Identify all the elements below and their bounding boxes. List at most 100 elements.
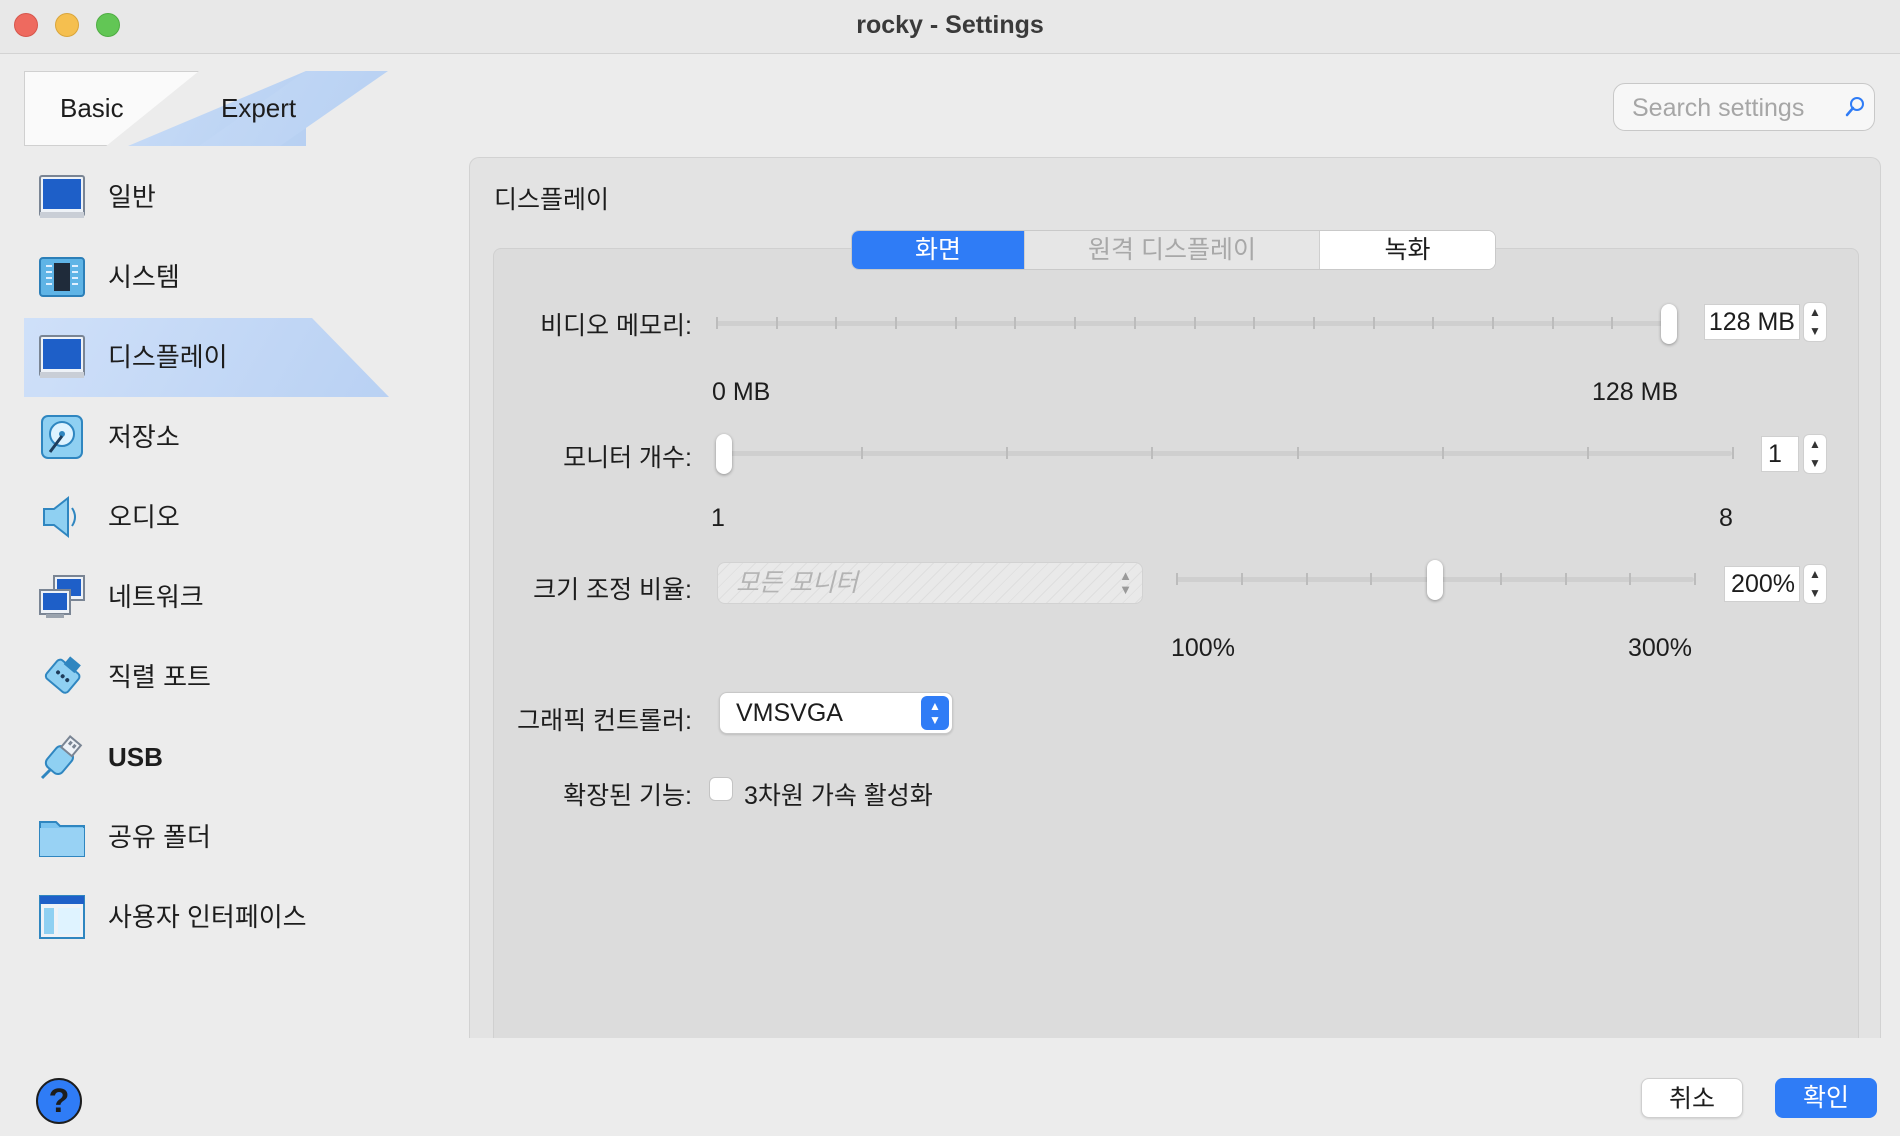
sidebar-item-label: 직렬 포트 [108,662,211,692]
scale-factor-label: 크기 조정 비율: [533,576,692,604]
section-title: 디스플레이 [494,186,610,214]
sidebar-item-audio[interactable]: 오디오 [24,478,389,556]
sidebar-item-shared-folders[interactable]: 공유 폴더 [24,798,389,876]
enable-3d-acceleration-checkbox[interactable] [709,777,733,801]
slider-tick [1176,573,1178,585]
slider-tick [1241,573,1243,585]
display-monitor-icon [39,335,85,378]
mode-switch: Basic Expert [24,71,388,146]
monitor-count-min-label: 1 [711,504,725,532]
sidebar-item-label: 일반 [108,182,156,212]
sidebar-item-label: USB [108,742,163,772]
slider-tick [1074,317,1076,329]
stepper-down-icon[interactable]: ▼ [1804,454,1826,473]
updown-chevron-icon: ▲ ▼ [1119,568,1132,597]
slider-tick [1373,317,1375,329]
slider-tick [1492,317,1494,329]
sidebar-item-storage[interactable]: 저장소 [24,398,389,476]
serial-port-icon [44,656,81,694]
scale-factor-stepper[interactable]: ▲ ▼ [1803,564,1827,604]
slider-tick [1611,317,1613,329]
scale-factor-max-label: 300% [1628,634,1692,662]
cancel-button[interactable]: 취소 [1641,1078,1743,1118]
sidebar-item-user-interface[interactable]: 사용자 인터페이스 [24,878,389,956]
slider-tick [1313,317,1315,329]
slider-tick [1552,317,1554,329]
ok-button[interactable]: 확인 [1775,1078,1877,1118]
video-memory-max-label: 128 MB [1592,378,1679,406]
tab-screen[interactable]: 화면 [852,231,1024,269]
sidebar-item-label: 공유 폴더 [108,822,211,852]
tab-remote-display[interactable]: 원격 디스플레이 [1024,231,1320,269]
scale-factor-thumb[interactable] [1427,560,1443,600]
system-chip-icon [39,257,85,297]
updown-chevron-icon: ▲ ▼ [921,696,949,730]
search-field[interactable] [1613,83,1875,131]
enable-3d-acceleration-label[interactable]: 3차원 가속 활성화 [744,776,933,812]
sidebar-item-label: 시스템 [108,262,180,292]
tab-recording[interactable]: 녹화 [1320,231,1495,269]
video-memory-thumb[interactable] [1661,304,1677,344]
video-memory-label: 비디오 메모리: [540,312,692,340]
expert-mode-label: Expert [221,93,297,123]
usb-icon [40,735,83,780]
monitor-count-thumb[interactable] [716,434,732,474]
slider-tick [1014,317,1016,329]
monitor-count-slider[interactable] [716,430,1736,478]
slider-tick [1370,573,1372,585]
video-memory-slider[interactable] [716,300,1677,348]
slider-tick [955,317,957,329]
extended-features-label: 확장된 기능: [563,782,692,810]
network-icon [39,575,85,618]
slider-tick [1134,317,1136,329]
slider-tick [1694,573,1696,585]
slider-tick [1151,447,1153,459]
scale-factor-slider[interactable] [1176,556,1696,604]
sidebar-item-system[interactable]: 시스템 [24,238,389,316]
sidebar-item-display[interactable]: 디스플레이 [24,318,389,396]
stepper-up-icon[interactable]: ▲ [1804,303,1826,322]
user-interface-icon [39,895,85,939]
settings-window: rocky - Settings Basic Expert 일반 시스템 디스플… [0,0,1900,1136]
stepper-down-icon[interactable]: ▼ [1804,584,1826,603]
graphics-controller-label: 그래픽 컨트롤러: [517,707,692,735]
search-input[interactable] [1630,90,1834,126]
shared-folder-icon [39,821,85,857]
stepper-down-icon[interactable]: ▼ [1804,322,1826,341]
window-title: rocky - Settings [856,11,1044,39]
scale-monitor-value: 모든 모니터 [736,569,858,597]
help-button[interactable]: ? [36,1078,82,1124]
slider-tick [1500,573,1502,585]
sidebar-item-usb[interactable]: USB [24,718,389,796]
general-icon [39,175,85,218]
sidebar-item-network[interactable]: 네트워크 [24,558,389,636]
slider-tick [776,317,778,329]
stepper-up-icon[interactable]: ▲ [1804,565,1826,584]
slider-tick [716,317,718,329]
video-memory-stepper[interactable]: ▲ ▼ [1803,302,1827,342]
slider-tick [1306,573,1308,585]
sidebar-item-label: 저장소 [108,422,180,452]
slider-tick [1442,447,1444,459]
sidebar-item-serial-port[interactable]: 직렬 포트 [24,638,389,716]
slider-tick [861,447,863,459]
slider-tick [895,317,897,329]
monitor-count-stepper[interactable]: ▲ ▼ [1803,434,1827,474]
monitor-count-max-label: 8 [1719,504,1733,532]
video-memory-field[interactable]: 128 MB [1704,304,1800,340]
stepper-up-icon[interactable]: ▲ [1804,435,1826,454]
sidebar-item-label: 디스플레이 [108,342,228,372]
monitor-count-field[interactable]: 1 [1761,436,1799,472]
storage-disk-icon [41,415,83,459]
slider-tick [1253,317,1255,329]
sidebar-item-label: 사용자 인터페이스 [108,902,307,932]
graphics-controller-select[interactable]: VMSVGA ▲ ▼ [719,692,953,734]
scale-monitor-select[interactable]: 모든 모니터 ▲ ▼ [717,562,1143,604]
graphics-controller-value: VMSVGA [736,699,843,727]
slider-tick [835,317,837,329]
sidebar-item-general[interactable]: 일반 [24,158,389,236]
slider-tick [1432,317,1434,329]
scale-factor-field[interactable]: 200% [1724,566,1800,602]
monitor-count-track [716,451,1732,456]
slider-tick [1629,573,1631,585]
